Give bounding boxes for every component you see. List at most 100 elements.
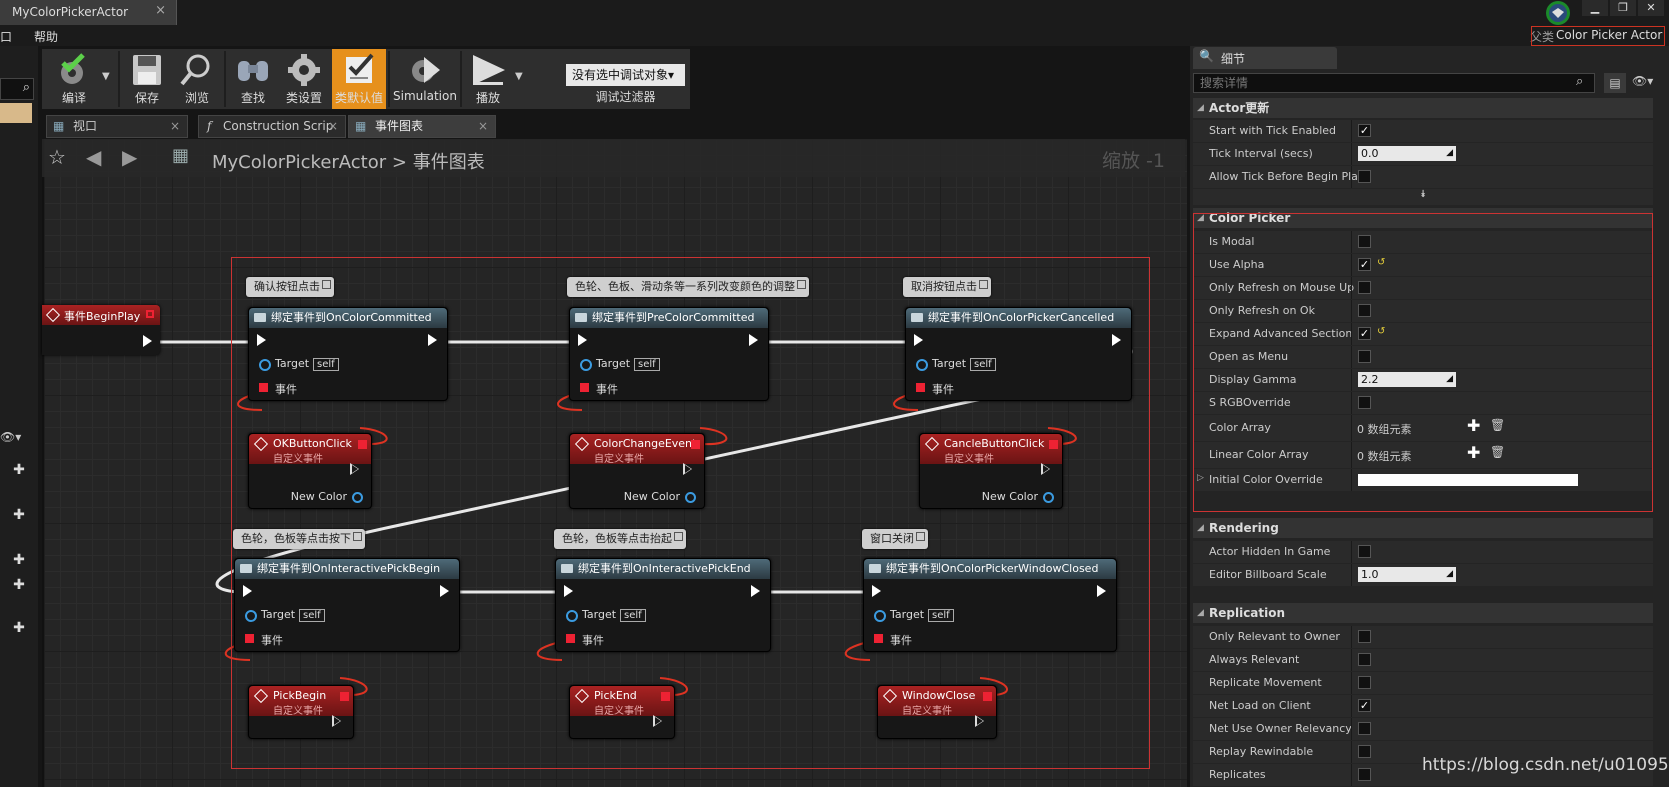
checkbox[interactable]: ✓: [1358, 124, 1371, 137]
exec-in-pin[interactable]: [257, 334, 266, 346]
event-pin-label: 事件: [582, 634, 604, 647]
delegate-pin[interactable]: [340, 692, 349, 701]
close-icon[interactable]: ×: [1221, 49, 1329, 63]
bind-event-node[interactable]: 绑定事件到OnColorCommitted Target self 事件: [248, 307, 448, 401]
node-title: 绑定事件到OnColorPickerCancelled: [906, 308, 1131, 328]
delegate-pin[interactable]: [146, 310, 154, 318]
restore-button[interactable]: ❐: [1610, 0, 1636, 16]
collapse-arrow-icon: ◢: [1197, 523, 1204, 533]
category-rendering[interactable]: ◢ Rendering: [1193, 518, 1653, 538]
details-search-input[interactable]: 搜索详情: [1193, 73, 1595, 93]
bind-event-node[interactable]: 绑定事件到PreColorCommitted Target self 事件: [569, 307, 769, 401]
bind-event-node[interactable]: 绑定事件到OnColorPickerCancelled Target self 事…: [905, 307, 1132, 401]
exec-in-pin[interactable]: [872, 585, 881, 597]
delegate-pin[interactable]: [983, 692, 992, 701]
new-color-label: New Color: [623, 490, 680, 503]
checkbox[interactable]: [1358, 745, 1371, 758]
comment-bubble[interactable]: 取消按钮点击: [903, 277, 991, 297]
exec-out-pin[interactable]: [751, 585, 760, 597]
numeric-input[interactable]: 1.0: [1358, 567, 1456, 582]
event-subtitle: 自定义事件: [594, 454, 644, 465]
checkbox[interactable]: ✓: [1358, 699, 1371, 712]
exec-out-pin[interactable]: [1112, 334, 1121, 346]
new-color-pin[interactable]: [685, 492, 696, 503]
event-pin[interactable]: [874, 634, 883, 643]
visibility-icon[interactable]: 👁▾: [1632, 74, 1653, 88]
new-color-label: New Color: [981, 490, 1038, 503]
details-tab[interactable]: 🔍 细节 ×: [1193, 47, 1337, 69]
exec-in-pin[interactable]: [243, 585, 252, 597]
comment-bubble[interactable]: 色轮，色板等点击抬起: [554, 529, 686, 549]
comment-bubble[interactable]: 窗口关闭: [862, 529, 928, 549]
comment-bubble[interactable]: 色轮，色板等点击按下: [233, 529, 365, 549]
delegate-pin[interactable]: [358, 440, 367, 449]
event-icon: [574, 436, 590, 452]
bind-event-node[interactable]: 绑定事件到OnInteractivePickBegin Target self 事…: [234, 558, 460, 652]
event-name: CancleButtonClick: [944, 437, 1045, 450]
target-pin[interactable]: [566, 610, 578, 622]
delegate-pin[interactable]: [1049, 440, 1058, 449]
target-pin[interactable]: [580, 359, 592, 371]
new-color-pin[interactable]: [1043, 492, 1054, 503]
checkbox[interactable]: [1358, 768, 1371, 781]
minimize-button[interactable]: ▁: [1582, 0, 1608, 16]
category-actor-tick[interactable]: ◢ Actor更新: [1193, 98, 1653, 118]
event-pin-label: 事件: [932, 383, 954, 396]
exec-out-pin[interactable]: [143, 335, 152, 347]
checkbox[interactable]: [1358, 170, 1371, 183]
new-color-pin[interactable]: [352, 492, 363, 503]
target-pin[interactable]: [874, 610, 886, 622]
prop-billboard-scale: Editor Billboard Scale 1.0: [1193, 564, 1653, 587]
event-pin-label: 事件: [261, 634, 283, 647]
target-pin[interactable]: [916, 359, 928, 371]
bind-event-node[interactable]: 绑定事件到OnColorPickerWindowClosed Target sel…: [863, 558, 1117, 652]
exec-out-pin[interactable]: [1097, 585, 1106, 597]
event-pin[interactable]: [245, 634, 254, 643]
delegate-pin[interactable]: [661, 692, 670, 701]
checkbox[interactable]: [1358, 676, 1371, 689]
expand-advanced-icon[interactable]: ⯯: [1193, 189, 1653, 205]
event-name: PickBegin: [273, 689, 327, 702]
checkbox[interactable]: [1358, 630, 1371, 643]
custom-event-node[interactable]: ColorChangeEvent 自定义事件 New Color: [569, 433, 705, 509]
target-label: Target: [261, 608, 296, 621]
target-pin[interactable]: [259, 359, 271, 371]
custom-event-node[interactable]: WindowClose 自定义事件: [877, 685, 997, 739]
collapse-arrow-icon: ◢: [1197, 608, 1204, 618]
exec-out-pin[interactable]: [749, 334, 758, 346]
checkbox[interactable]: [1358, 653, 1371, 666]
self-value: self: [634, 358, 660, 371]
prop-net-load: Net Load on Client ✓: [1193, 695, 1653, 718]
search-icon: ⌕: [1576, 74, 1584, 89]
checkbox[interactable]: [1358, 722, 1371, 735]
custom-event-node[interactable]: PickBegin 自定义事件: [248, 685, 354, 739]
exec-in-pin[interactable]: [914, 334, 923, 346]
bind-event-node[interactable]: 绑定事件到OnInteractivePickEnd Target self 事件: [555, 558, 771, 652]
custom-event-node[interactable]: OKButtonClick 自定义事件 New Color: [248, 433, 372, 509]
comment-bubble[interactable]: 色轮、色板、滑动条等一系列改变颜色的调整: [567, 277, 809, 297]
node-title: 绑定事件到OnColorCommitted: [249, 308, 447, 328]
custom-event-node[interactable]: CancleButtonClick 自定义事件 New Color: [919, 433, 1063, 509]
checkbox[interactable]: [1358, 545, 1371, 558]
event-pin-label: 事件: [596, 383, 618, 396]
begin-play-node[interactable]: 事件BeginPlay: [42, 305, 160, 355]
custom-event-node[interactable]: PickEnd 自定义事件: [569, 685, 675, 739]
comment-bubble[interactable]: 确认按钮点击: [246, 277, 334, 297]
event-pin[interactable]: [259, 383, 268, 392]
event-pin[interactable]: [580, 383, 589, 392]
exec-out-pin[interactable]: [428, 334, 437, 346]
target-pin[interactable]: [245, 610, 257, 622]
event-subtitle: 自定义事件: [902, 706, 952, 717]
numeric-input[interactable]: 0.0: [1358, 146, 1456, 161]
property-matrix-icon[interactable]: ▤: [1604, 73, 1626, 93]
close-window-button[interactable]: ✕: [1638, 0, 1664, 16]
event-pin-label: 事件: [275, 383, 297, 396]
exec-in-pin[interactable]: [564, 585, 573, 597]
event-pin[interactable]: [916, 383, 925, 392]
category-replication[interactable]: ◢ Replication: [1193, 603, 1653, 623]
event-pin[interactable]: [566, 634, 575, 643]
exec-in-pin[interactable]: [578, 334, 587, 346]
delegate-pin[interactable]: [691, 440, 700, 449]
exec-out-pin[interactable]: [440, 585, 449, 597]
target-label: Target: [890, 608, 925, 621]
